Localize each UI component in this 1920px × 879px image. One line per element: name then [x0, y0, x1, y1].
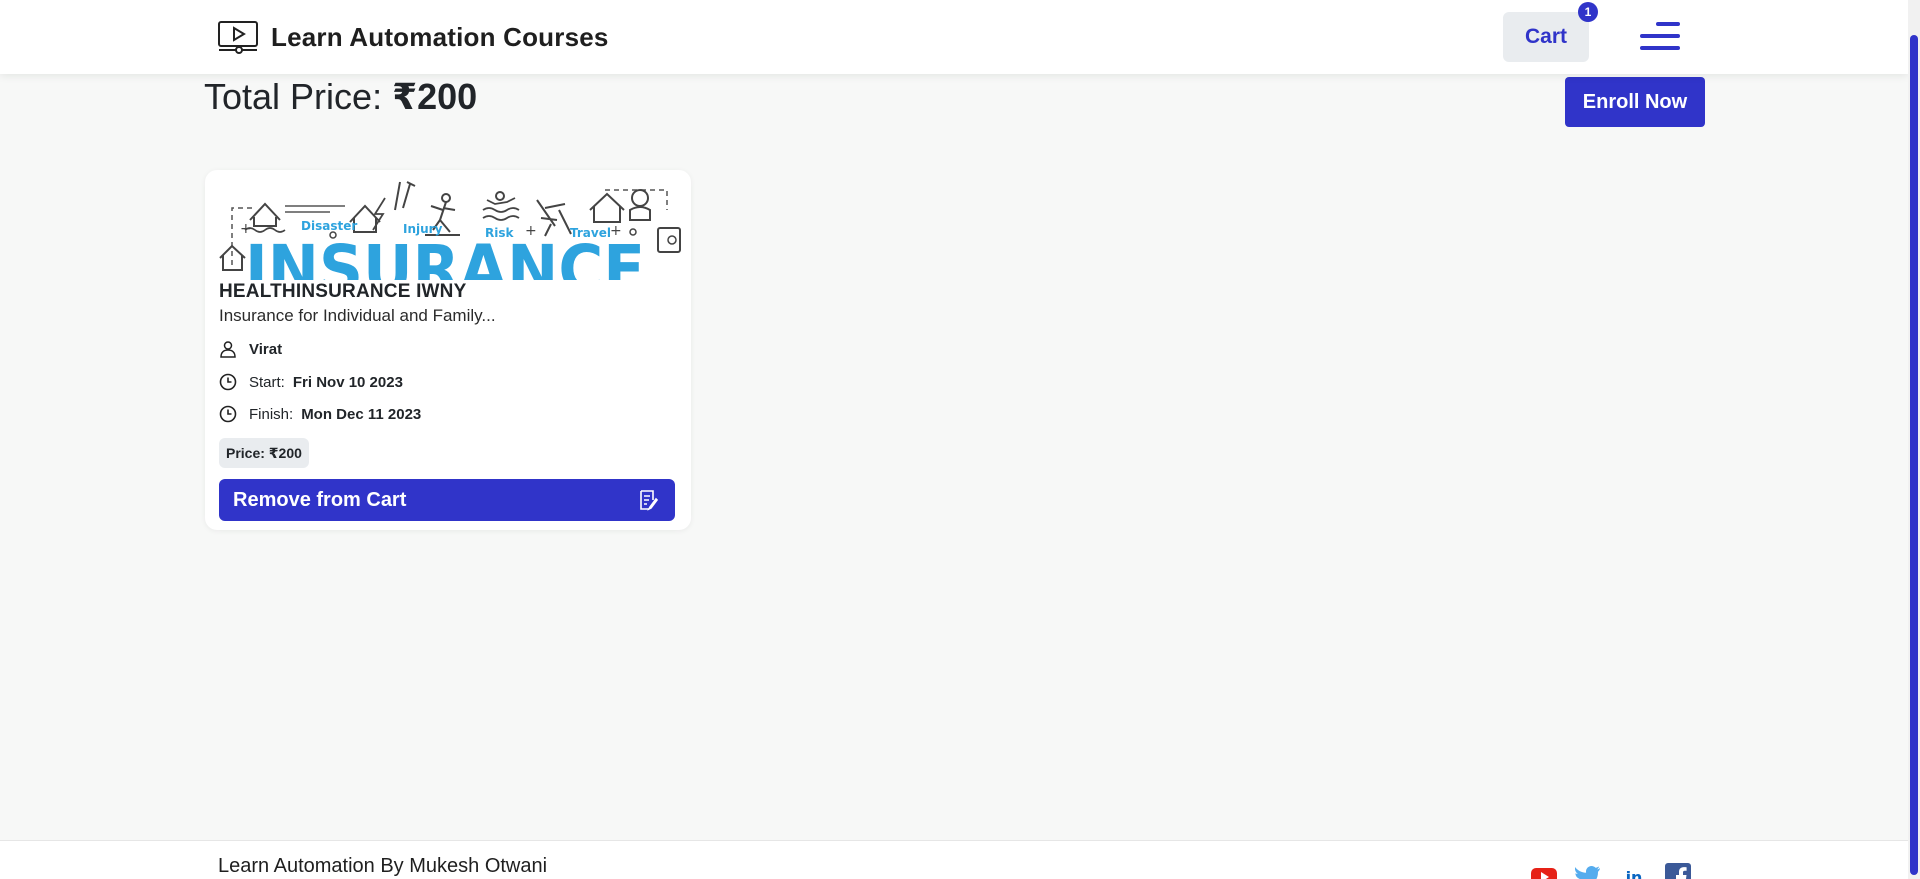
course-image: + + + Disaster Injury Risk Travel INSURA… — [215, 180, 681, 280]
total-price: Total Price: ₹200 — [204, 76, 477, 118]
cart-button[interactable]: Cart — [1503, 12, 1589, 62]
footer: Learn Automation By Mukesh Otwani in — [0, 840, 1908, 879]
footer-text: Learn Automation By Mukesh Otwani — [218, 855, 548, 877]
start-date: Fri Nov 10 2023 — [292, 373, 403, 391]
total-price-value: ₹200 — [392, 76, 478, 117]
linkedin-icon[interactable]: in — [1621, 863, 1647, 879]
price-badge: Price: ₹200 — [219, 438, 309, 468]
brand-title: Learn Automation Courses — [271, 21, 609, 52]
remove-from-cart-label: Remove from Cart — [233, 488, 407, 511]
finish-date-row: Finish: Mon Dec 11 2023 — [219, 405, 421, 423]
remove-from-cart-button[interactable]: Remove from Cart — [219, 479, 675, 521]
start-label: Start: — [249, 373, 285, 391]
cart-count-badge: 1 — [1578, 2, 1598, 22]
course-title: HEALTHINSURANCE IWNY — [219, 281, 467, 302]
start-date-row: Start: Fri Nov 10 2023 — [219, 373, 403, 391]
course-card: + + + Disaster Injury Risk Travel INSURA… — [205, 170, 691, 530]
clock-icon — [219, 405, 237, 423]
facebook-icon[interactable] — [1665, 863, 1691, 879]
page-scrollbar[interactable] — [1908, 0, 1920, 879]
twitter-icon[interactable] — [1575, 863, 1601, 879]
hamburger-menu-icon[interactable] — [1640, 22, 1680, 50]
clock-icon — [219, 373, 237, 391]
svg-text:in: in — [1626, 868, 1643, 879]
course-author: Virat — [249, 340, 283, 358]
youtube-icon[interactable] — [1531, 863, 1557, 879]
finish-date: Mon Dec 11 2023 — [301, 405, 422, 423]
image-word-insurance: INSURANCE — [245, 231, 645, 280]
video-player-icon — [218, 21, 258, 54]
finish-label: Finish: — [249, 405, 294, 423]
brand-link[interactable]: Learn Automation Courses — [217, 18, 609, 56]
author-row: Virat — [219, 340, 282, 358]
edit-document-icon — [640, 490, 659, 511]
total-price-label: Total Price: — [204, 76, 393, 117]
scrollbar-thumb[interactable] — [1910, 35, 1918, 875]
course-description: Insurance for Individual and Family... — [219, 306, 496, 325]
navbar: Learn Automation Courses Cart 1 — [0, 0, 1908, 74]
user-icon — [220, 341, 236, 358]
enroll-now-button[interactable]: Enroll Now — [1565, 77, 1705, 127]
